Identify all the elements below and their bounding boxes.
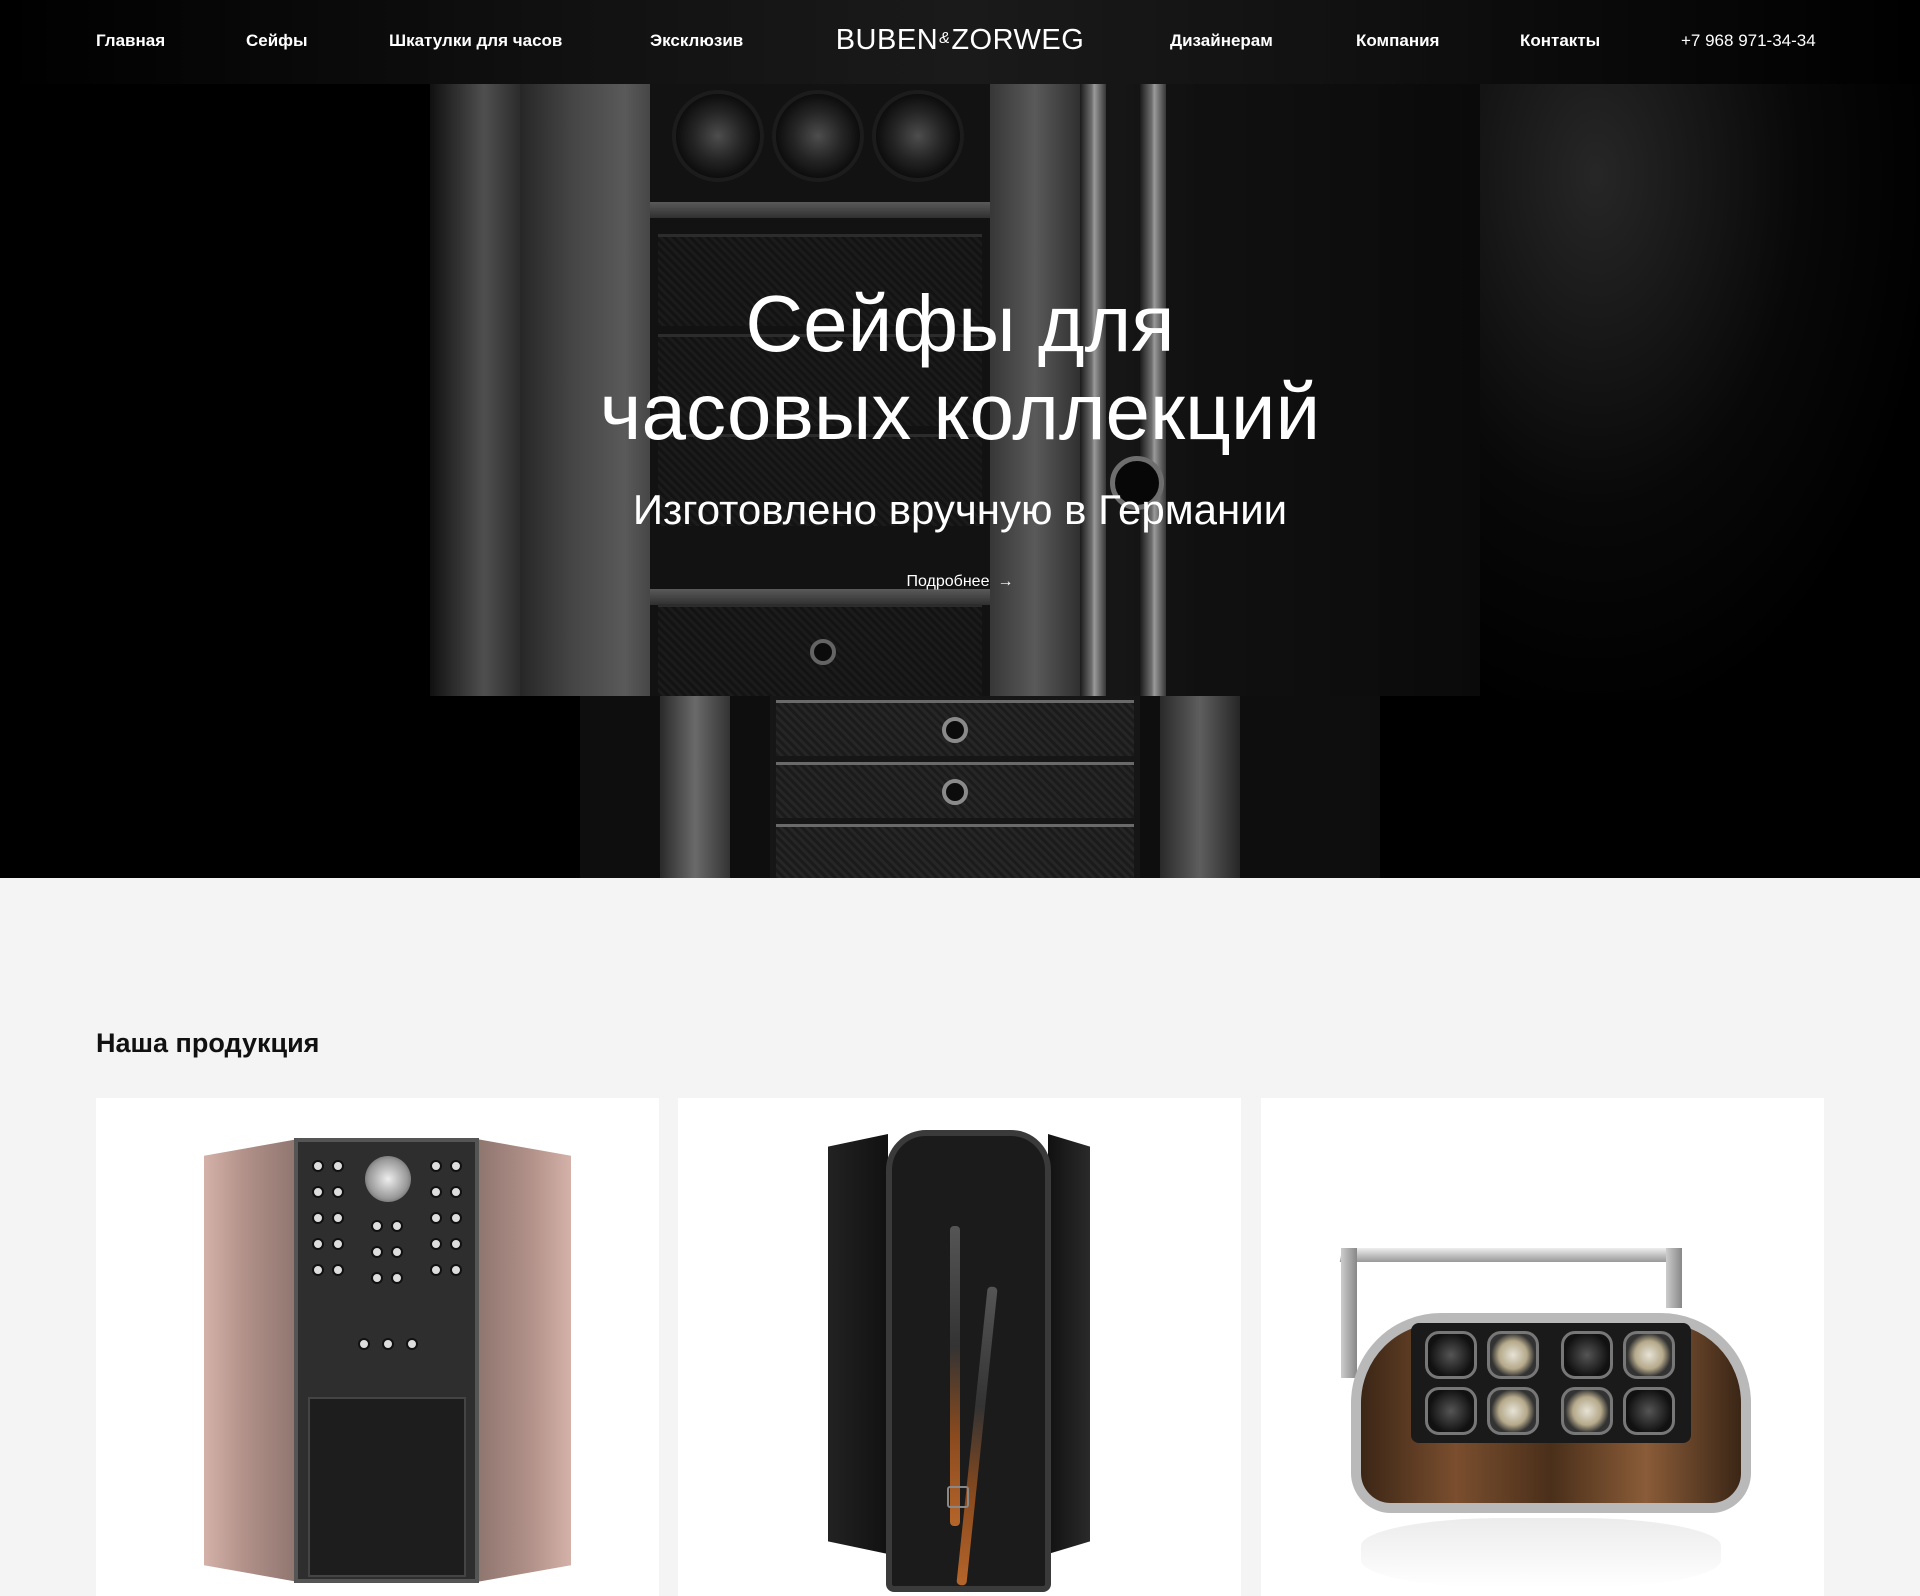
safe-drawer bbox=[776, 824, 1134, 878]
gun-safe-door-right bbox=[1048, 1134, 1090, 1554]
winder-pod bbox=[1623, 1387, 1675, 1435]
drawer-knob bbox=[942, 779, 968, 805]
winder-slot bbox=[332, 1186, 344, 1198]
control-knob bbox=[358, 1338, 370, 1350]
product-reflection bbox=[1361, 1518, 1721, 1588]
product-card-watch-winder[interactable] bbox=[1261, 1098, 1824, 1596]
winder-slot bbox=[430, 1264, 442, 1276]
logo-text-right: ZORWEG bbox=[951, 24, 1085, 56]
winder-slot bbox=[450, 1212, 462, 1224]
nav-link-exclusive[interactable]: Эксклюзив bbox=[650, 31, 743, 51]
clock-dial bbox=[365, 1156, 411, 1202]
cabinet-door-left bbox=[204, 1138, 304, 1583]
winder-slot bbox=[430, 1160, 442, 1172]
watch-winder-tray bbox=[1411, 1323, 1691, 1443]
control-knob bbox=[382, 1338, 394, 1350]
winder-pod-watch bbox=[1487, 1331, 1539, 1379]
winder-slot bbox=[312, 1160, 324, 1172]
control-knob bbox=[406, 1338, 418, 1350]
rifle bbox=[950, 1226, 960, 1526]
cabinet-door-right bbox=[471, 1138, 571, 1583]
winder-slot bbox=[391, 1246, 403, 1258]
nav-link-contacts[interactable]: Контакты bbox=[1520, 31, 1600, 51]
gun-safe-image bbox=[886, 1130, 1051, 1592]
winder-slot bbox=[450, 1186, 462, 1198]
winder-slot bbox=[371, 1246, 383, 1258]
brand-logo[interactable]: BUBEN&ZORWEG bbox=[829, 24, 1091, 60]
rifle bbox=[956, 1286, 998, 1586]
winder-pod-watch bbox=[1487, 1387, 1539, 1435]
winder-pod bbox=[1425, 1331, 1477, 1379]
winder-lid-arm bbox=[1666, 1248, 1682, 1308]
gun-safe-door-left bbox=[828, 1134, 888, 1554]
winder-slot bbox=[450, 1238, 462, 1250]
nav-phone-link[interactable]: +7 968 971-34-34 bbox=[1681, 31, 1816, 51]
logo-ampersand: & bbox=[939, 30, 951, 47]
winder-slot bbox=[371, 1272, 383, 1284]
safe-drawer bbox=[776, 762, 1134, 818]
hero-title: Сейфы для часовых коллекций bbox=[460, 280, 1460, 456]
winder-slot bbox=[312, 1186, 324, 1198]
nav-link-designers[interactable]: Дизайнерам bbox=[1170, 31, 1273, 51]
products-section-title: Наша продукция bbox=[96, 1028, 320, 1058]
winder-pod bbox=[1561, 1331, 1613, 1379]
winder-slot bbox=[332, 1212, 344, 1224]
winder-slot bbox=[312, 1212, 324, 1224]
hero-more-label: Подробнее bbox=[906, 573, 990, 590]
winder-pod-watch bbox=[1623, 1331, 1675, 1379]
hero-more-link[interactable]: Подробнее → bbox=[860, 573, 1060, 591]
winder-slot bbox=[391, 1220, 403, 1232]
nav-link-safes[interactable]: Сейфы bbox=[246, 31, 308, 51]
winder-pod bbox=[1425, 1387, 1477, 1435]
watch-safe-image bbox=[294, 1138, 479, 1583]
winder-slot bbox=[371, 1220, 383, 1232]
hero-title-line2: часовых коллекций bbox=[599, 367, 1321, 456]
top-navigation: Главная Сейфы Шкатулки для часов Эксклюз… bbox=[0, 0, 1920, 84]
hero-subtitle: Изготовлено вручную в Германии bbox=[632, 486, 1288, 533]
hero-section: Главная Сейфы Шкатулки для часов Эксклюз… bbox=[0, 0, 1920, 878]
winder-slot bbox=[430, 1238, 442, 1250]
winder-slot bbox=[332, 1264, 344, 1276]
drawer-knob bbox=[942, 717, 968, 743]
safe-cabinet-lower bbox=[770, 696, 1140, 878]
product-card-gun-safe[interactable] bbox=[678, 1098, 1241, 1596]
hero-lower-frame bbox=[580, 696, 1380, 878]
winder-slot bbox=[312, 1238, 324, 1250]
keypad-lock bbox=[947, 1486, 969, 1508]
winder-slot bbox=[430, 1186, 442, 1198]
winder-slot bbox=[391, 1272, 403, 1284]
winder-pod-watch bbox=[1561, 1387, 1613, 1435]
winder-slot bbox=[450, 1264, 462, 1276]
safe-drawer bbox=[776, 700, 1134, 756]
winder-slot bbox=[450, 1160, 462, 1172]
nav-link-company[interactable]: Компания bbox=[1356, 31, 1439, 51]
nav-link-home[interactable]: Главная bbox=[96, 31, 165, 51]
arrow-right-icon: → bbox=[997, 573, 1014, 590]
safe-frame bbox=[1160, 696, 1240, 878]
winder-lid-arm bbox=[1341, 1248, 1357, 1378]
product-card-watch-safe[interactable] bbox=[96, 1098, 659, 1596]
safe-frame bbox=[660, 696, 730, 878]
hero-title-line1: Сейфы для bbox=[745, 279, 1175, 368]
logo-text-left: BUBEN bbox=[835, 24, 939, 56]
winder-lid-bar bbox=[1339, 1248, 1683, 1262]
winder-slot bbox=[332, 1160, 344, 1172]
winder-slot bbox=[332, 1238, 344, 1250]
winder-slot bbox=[312, 1264, 324, 1276]
nav-link-watch-boxes[interactable]: Шкатулки для часов bbox=[389, 31, 562, 51]
safe-compartment bbox=[308, 1397, 466, 1577]
winder-slot bbox=[430, 1212, 442, 1224]
